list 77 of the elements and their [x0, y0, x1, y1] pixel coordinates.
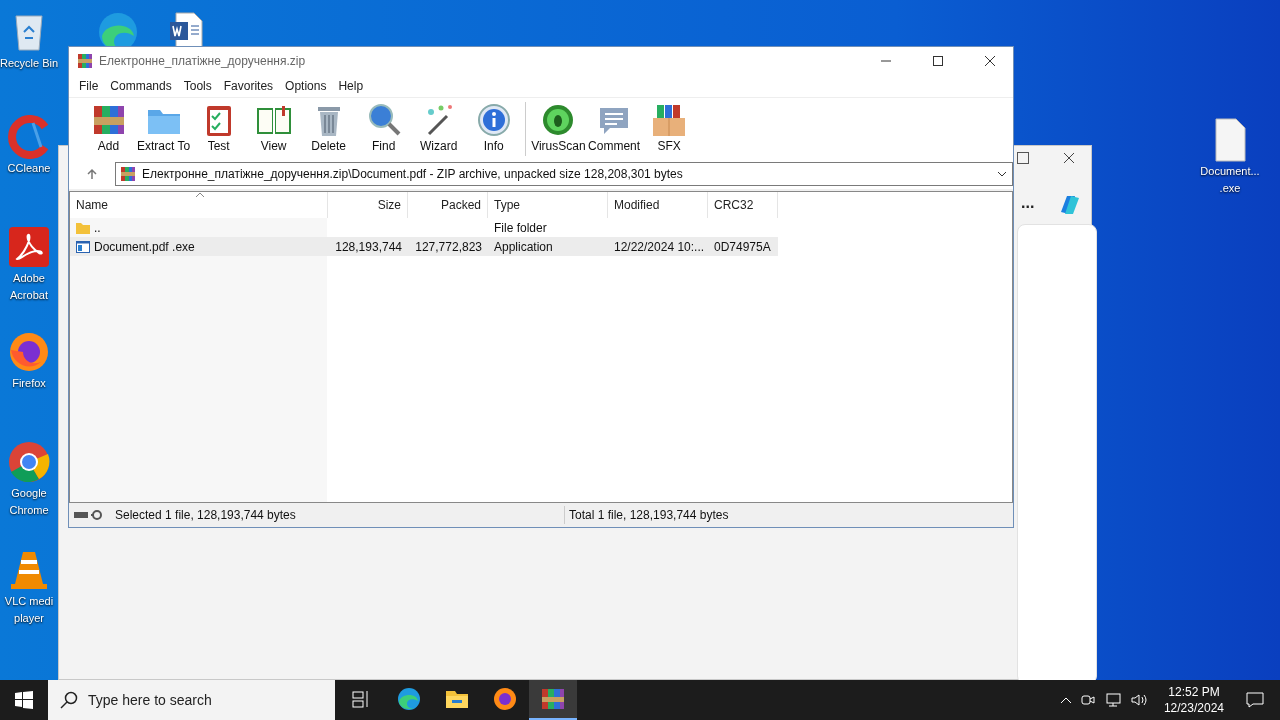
archive-books-icon[interactable]: [540, 686, 566, 712]
cell-text: ..: [94, 220, 101, 235]
box-books-icon: [651, 102, 688, 138]
icon-label: Adobe: [13, 271, 45, 286]
column-header[interactable]: CRC32: [708, 192, 778, 218]
toolbar-button[interactable]: Find: [356, 102, 412, 153]
pdf-app-icon: [7, 225, 51, 269]
maximize-button[interactable]: [1017, 152, 1029, 164]
status-text: Total 1 file, 128,193,744 bytes: [568, 508, 729, 522]
icon-label: Recycle Bin: [0, 56, 59, 71]
cell-text: File folder: [494, 220, 547, 235]
windows-icon: [15, 691, 33, 709]
clock[interactable]: 12:52 PM 12/23/2024: [1155, 684, 1232, 716]
toolbar-button[interactable]: Comment: [586, 102, 642, 153]
notification-icon[interactable]: [1246, 691, 1264, 709]
task-view-icon[interactable]: [351, 689, 371, 709]
menu-item[interactable]: Favorites: [217, 79, 280, 93]
file-row[interactable]: .. File folder: [70, 218, 778, 237]
toolbar-button[interactable]: VirusScan: [530, 102, 587, 153]
firefox-icon[interactable]: [492, 686, 518, 712]
cell-text: 0D74975A: [714, 239, 771, 254]
file-icon: [1212, 118, 1248, 162]
close-icon: [1063, 152, 1075, 164]
icon-label: Acrobat: [10, 288, 48, 303]
application-icon: [76, 240, 90, 253]
up-arrow-icon[interactable]: [86, 168, 98, 180]
archive-icon: [77, 53, 93, 69]
firefox-icon: [7, 330, 51, 374]
status-text: Selected 1 file, 128,193,744 bytes: [115, 508, 296, 522]
speaker-icon[interactable]: [1129, 692, 1148, 708]
close-icon: [984, 55, 996, 67]
search-field[interactable]: Type here to search: [48, 680, 335, 720]
search-icon: [60, 691, 78, 709]
menu-item[interactable]: Options: [279, 79, 333, 93]
meeting-icon[interactable]: [1079, 692, 1096, 708]
toolbar-button[interactable]: Test: [191, 102, 247, 153]
icon-label: Google: [11, 486, 47, 501]
cell-text: 127,772,823: [415, 239, 482, 254]
column-header[interactable]: Packed: [408, 192, 488, 218]
toolbar-button[interactable]: Extract To: [136, 102, 192, 153]
maximize-icon: [933, 56, 943, 66]
menu-item[interactable]: File: [73, 79, 105, 93]
column-header[interactable]: Name: [70, 192, 328, 218]
more-menu[interactable]: ...: [1021, 194, 1035, 212]
icon-label: CCleane: [7, 161, 51, 176]
icon-label: .exe: [1219, 181, 1241, 196]
path-field[interactable]: Електронне_платіжне_доручення.zip\Document.pdf - ZIP archive, unpacked size 128,208,301 bytes: [115, 162, 1013, 186]
toolbar-button[interactable]: Delete: [301, 102, 357, 153]
column-header[interactable]: Modified: [608, 192, 708, 218]
column-header[interactable]: Type: [488, 192, 608, 218]
cell-text: Application: [494, 239, 553, 254]
icon-label: player: [14, 611, 44, 626]
info-icon: [475, 102, 512, 138]
folder-icon: [76, 221, 90, 234]
archive-icon: [120, 166, 136, 182]
toolbar-button[interactable]: View: [246, 102, 302, 153]
edge-icon[interactable]: [396, 686, 422, 712]
menu-item[interactable]: Tools: [177, 79, 218, 93]
toolbar-button[interactable]: Add: [81, 102, 136, 153]
icon-label: Firefox: [12, 376, 46, 391]
network-icon[interactable]: [1103, 692, 1122, 708]
menu-item[interactable]: Commands: [104, 79, 178, 93]
cell-text: 12/22/2024 10:...: [614, 239, 705, 254]
menu-item[interactable]: Help: [332, 79, 370, 93]
icon-label: VLC medi: [4, 594, 54, 609]
toolbar-button[interactable]: Wizard: [411, 102, 467, 153]
chrome-icon: [7, 440, 51, 484]
file-row[interactable]: Document.pdf .exe 128,193,744 127,772,823 Application 12/22/2024 10:... 0D74975A: [70, 237, 778, 256]
icon-label: Chrome: [9, 503, 49, 518]
column-header[interactable]: Size: [328, 192, 408, 218]
icon-label: Document...: [1200, 164, 1260, 179]
cell-text: 128,193,744: [335, 239, 402, 254]
cell-text: Document.pdf .exe: [94, 239, 195, 254]
window-title: Електронне_платіжне_доручення.zip: [99, 54, 307, 68]
toolbar-button[interactable]: Info: [466, 102, 522, 153]
chevron-up-icon[interactable]: [1059, 696, 1072, 704]
toolbar-button[interactable]: SFX: [641, 102, 697, 153]
